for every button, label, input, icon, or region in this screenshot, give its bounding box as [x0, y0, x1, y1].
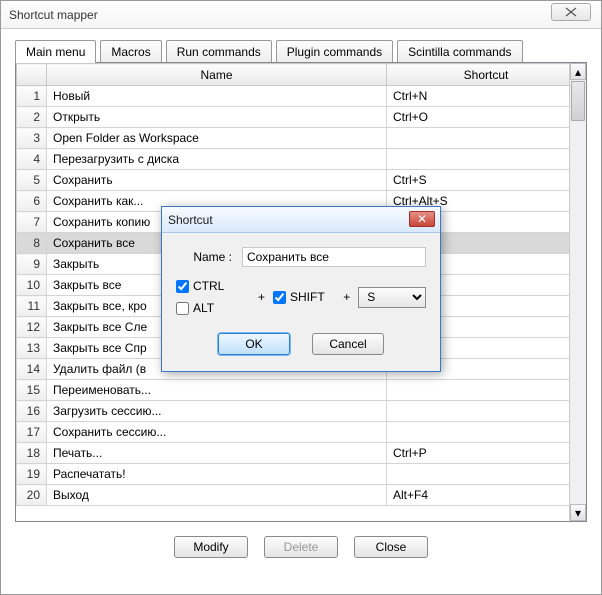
plus-1: + [258, 290, 265, 304]
modify-button[interactable]: Modify [174, 536, 248, 558]
vertical-scrollbar[interactable]: ▴ ▾ [569, 63, 586, 521]
tab-bar: Main menuMacrosRun commandsPlugin comman… [1, 29, 601, 62]
cell-shortcut: Ctrl+S [387, 170, 586, 191]
tab-macros[interactable]: Macros [100, 40, 161, 63]
table-row[interactable]: 18Печать...Ctrl+P [17, 443, 586, 464]
cell-shortcut [387, 380, 586, 401]
row-number: 1 [17, 86, 47, 107]
row-number: 7 [17, 212, 47, 233]
cell-shortcut: Ctrl+P [387, 443, 586, 464]
name-input[interactable] [242, 247, 426, 267]
shortcut-mapper-window: Shortcut mapper Main menuMacrosRun comma… [0, 0, 602, 595]
row-number: 8 [17, 233, 47, 254]
tab-run-commands[interactable]: Run commands [166, 40, 272, 63]
cell-shortcut: Alt+F4 [387, 485, 586, 506]
delete-button: Delete [264, 536, 338, 558]
scroll-up-button[interactable]: ▴ [570, 63, 586, 80]
row-number: 6 [17, 191, 47, 212]
row-number: 12 [17, 317, 47, 338]
cell-name: Open Folder as Workspace [47, 128, 387, 149]
shift-checkbox-wrap[interactable]: SHIFT [273, 290, 325, 304]
cell-name: Выход [47, 485, 387, 506]
table-row[interactable]: 1НовыйCtrl+N [17, 86, 586, 107]
table-row[interactable]: 16Загрузить сессию... [17, 401, 586, 422]
column-header-name[interactable]: Name [47, 64, 387, 86]
ok-button[interactable]: OK [218, 333, 290, 355]
row-number: 15 [17, 380, 47, 401]
shift-checkbox[interactable] [273, 291, 286, 304]
row-number: 20 [17, 485, 47, 506]
cell-name: Новый [47, 86, 387, 107]
shift-label: SHIFT [290, 290, 325, 304]
cell-name: Открыть [47, 107, 387, 128]
column-header-rownum[interactable] [17, 64, 47, 86]
shortcut-dialog: Shortcut ✕ Name : CTRL ALT [161, 206, 441, 372]
tab-main-menu[interactable]: Main menu [15, 40, 96, 63]
row-number: 11 [17, 296, 47, 317]
row-number: 19 [17, 464, 47, 485]
table-row[interactable]: 2ОткрытьCtrl+O [17, 107, 586, 128]
cell-name: Распечатать! [47, 464, 387, 485]
row-number: 4 [17, 149, 47, 170]
dialog-body: Name : CTRL ALT + SHIFT [162, 233, 440, 371]
ctrl-checkbox-wrap[interactable]: CTRL [176, 279, 232, 293]
cell-shortcut: Ctrl+N [387, 86, 586, 107]
cell-shortcut: Ctrl+O [387, 107, 586, 128]
table-row[interactable]: 15Переименовать... [17, 380, 586, 401]
table-row[interactable]: 19Распечатать! [17, 464, 586, 485]
row-number: 3 [17, 128, 47, 149]
cell-name: Переименовать... [47, 380, 387, 401]
cell-name: Печать... [47, 443, 387, 464]
dialog-title: Shortcut [168, 213, 213, 227]
footer-buttons: Modify Delete Close [1, 522, 601, 572]
window-close-button[interactable] [551, 3, 591, 21]
ctrl-checkbox[interactable] [176, 280, 189, 293]
row-number: 17 [17, 422, 47, 443]
row-number: 10 [17, 275, 47, 296]
table-row[interactable]: 17Сохранить сессию... [17, 422, 586, 443]
row-number: 14 [17, 359, 47, 380]
cell-name: Перезагрузить с диска [47, 149, 387, 170]
cell-shortcut [387, 128, 586, 149]
tab-plugin-commands[interactable]: Plugin commands [276, 40, 393, 63]
row-number: 5 [17, 170, 47, 191]
cell-shortcut [387, 464, 586, 485]
cell-name: Сохранить [47, 170, 387, 191]
table-row[interactable]: 5СохранитьCtrl+S [17, 170, 586, 191]
plus-2: + [343, 290, 350, 304]
column-header-shortcut[interactable]: Shortcut [387, 64, 586, 86]
dialog-close-button[interactable]: ✕ [409, 211, 435, 227]
close-icon: ✕ [417, 212, 427, 226]
table-row[interactable]: 20ВыходAlt+F4 [17, 485, 586, 506]
window-titlebar: Shortcut mapper [1, 1, 601, 29]
cancel-button[interactable]: Cancel [312, 333, 384, 355]
cell-name: Сохранить сессию... [47, 422, 387, 443]
alt-checkbox-wrap[interactable]: ALT [176, 301, 232, 315]
dialog-titlebar: Shortcut ✕ [162, 207, 440, 233]
row-number: 16 [17, 401, 47, 422]
window-title: Shortcut mapper [9, 8, 98, 22]
scroll-down-button[interactable]: ▾ [570, 504, 586, 521]
ctrl-label: CTRL [193, 279, 224, 293]
cell-shortcut [387, 149, 586, 170]
tab-scintilla-commands[interactable]: Scintilla commands [397, 40, 522, 63]
table-row[interactable]: 4Перезагрузить с диска [17, 149, 586, 170]
table-row[interactable]: 3Open Folder as Workspace [17, 128, 586, 149]
row-number: 13 [17, 338, 47, 359]
close-button[interactable]: Close [354, 536, 428, 558]
row-number: 18 [17, 443, 47, 464]
cell-shortcut [387, 422, 586, 443]
cell-name: Загрузить сессию... [47, 401, 387, 422]
alt-checkbox[interactable] [176, 302, 189, 315]
scroll-thumb[interactable] [571, 81, 585, 121]
close-icon [564, 7, 578, 17]
alt-label: ALT [193, 301, 214, 315]
row-number: 2 [17, 107, 47, 128]
row-number: 9 [17, 254, 47, 275]
cell-shortcut [387, 401, 586, 422]
name-label: Name : [176, 250, 232, 264]
key-select[interactable]: S [358, 287, 426, 308]
